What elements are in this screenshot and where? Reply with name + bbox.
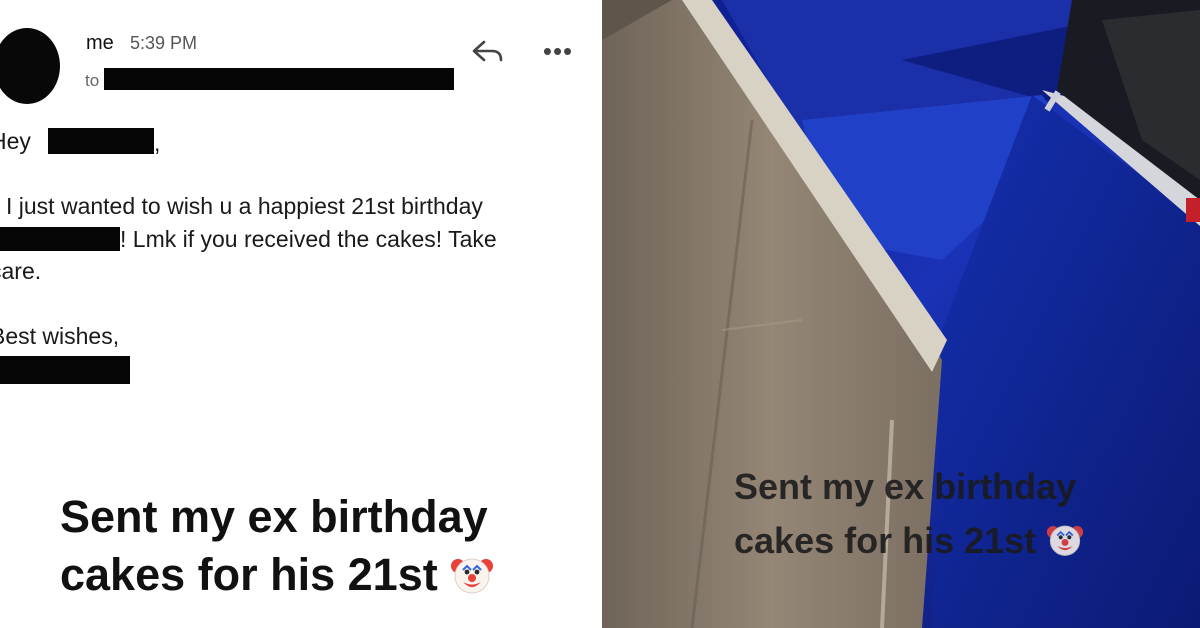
sent-time: 5:39 PM [130,33,198,53]
caption-right-line-2: cakes for his 21st [734,514,1174,568]
greeting-comma: , [154,130,161,156]
redacted-signature [0,356,130,384]
caption-right-line-2-text: cakes for his 21st [734,520,1037,561]
more-options-icon[interactable]: ••• [540,36,576,66]
caption-left-line-2-text: cakes for his 21st [60,549,438,600]
sender-name: me [86,32,114,54]
video-frame: Sent my ex birthday cakes for his 21st [602,0,1200,628]
email-closing: Best wishes, [0,323,120,349]
redacted-name [48,128,154,154]
caption-left-line-1: Sent my ex birthday [60,491,488,542]
clown-face-icon [1047,525,1084,556]
email-body-line-3: care. [0,258,42,284]
sender-avatar [0,28,60,104]
reply-icon[interactable] [470,36,504,66]
caption-left: Sent my ex birthday cakes for his 21st [60,488,580,604]
email-greeting: Hey [0,128,31,154]
recipient-label: to [85,71,100,90]
redacted-recipient [104,68,454,90]
caption-right: Sent my ex birthday cakes for his 21st [734,460,1174,568]
caption-left-line-2: cakes for his 21st [60,546,580,604]
email-screenshot: me 5:39 PM to ••• Hey , I just wanted to… [0,0,600,628]
caption-right-line-1: Sent my ex birthday [734,466,1077,507]
redacted-name-2 [0,227,120,251]
email-body-line-1: I just wanted to wish u a happiest 21st … [6,193,483,219]
clown-face-icon [451,558,494,594]
email-body-line-2: ! Lmk if you received the cakes! Take [120,226,497,252]
